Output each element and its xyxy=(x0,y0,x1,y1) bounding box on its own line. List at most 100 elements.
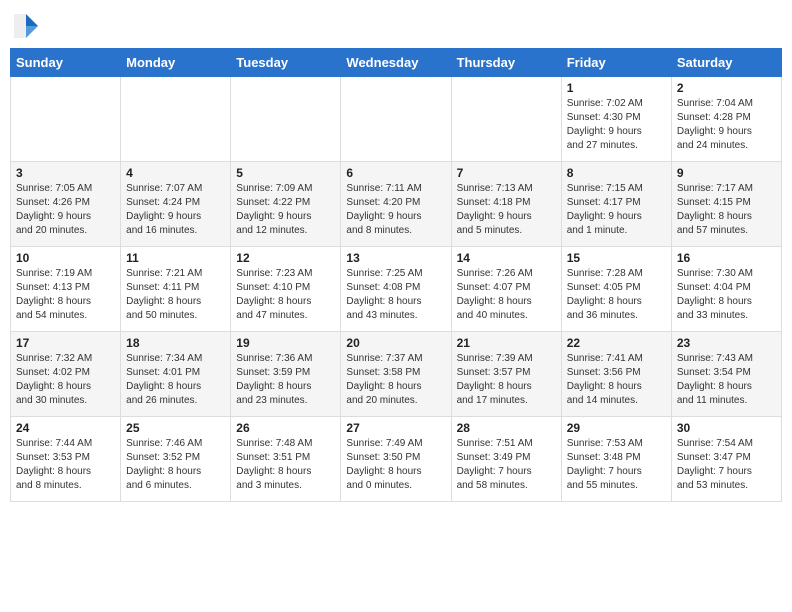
day-number: 11 xyxy=(126,251,225,265)
calendar-cell: 29 Sunrise: 7:53 AM Sunset: 3:48 PM Dayli… xyxy=(561,417,671,502)
calendar-cell: 5 Sunrise: 7:09 AM Sunset: 4:22 PM Daylig… xyxy=(231,162,341,247)
calendar-cell: 1 Sunrise: 7:02 AM Sunset: 4:30 PM Daylig… xyxy=(561,77,671,162)
calendar-cell: 21 Sunrise: 7:39 AM Sunset: 3:57 PM Dayli… xyxy=(451,332,561,417)
day-number: 26 xyxy=(236,421,335,435)
day-number: 14 xyxy=(457,251,556,265)
day-number: 10 xyxy=(16,251,115,265)
calendar-cell: 11Sunrise: 7:21 AM Sunset: 4:11 PM Dayli… xyxy=(121,247,231,332)
column-header-saturday: Saturday xyxy=(671,49,781,77)
day-number: 1 xyxy=(567,81,666,95)
calendar-cell: 8 Sunrise: 7:15 AM Sunset: 4:17 PM Daylig… xyxy=(561,162,671,247)
logo xyxy=(10,10,46,42)
day-info: Sunrise: 7:15 AM Sunset: 4:17 PM Dayligh… xyxy=(567,182,666,238)
day-info: Sunrise: 7:25 AM Sunset: 4:08 PM Dayligh… xyxy=(346,267,445,323)
day-info: Sunrise: 7:09 AM Sunset: 4:22 PM Dayligh… xyxy=(236,182,335,238)
day-info: Sunrise: 7:49 AM Sunset: 3:50 PM Dayligh… xyxy=(346,437,445,493)
calendar-cell: 12 Sunrise: 7:23 AM Sunset: 4:10 PM Dayli… xyxy=(231,247,341,332)
calendar-cell: 6 Sunrise: 7:11 AM Sunset: 4:20 PM Daylig… xyxy=(341,162,451,247)
week-row: 17 Sunrise: 7:32 AM Sunset: 4:02 PM Dayli… xyxy=(11,332,782,417)
day-number: 18 xyxy=(126,336,225,350)
calendar-cell: 15Sunrise: 7:28 AM Sunset: 4:05 PM Dayli… xyxy=(561,247,671,332)
calendar-cell: 22 Sunrise: 7:41 AM Sunset: 3:56 PM Dayli… xyxy=(561,332,671,417)
calendar-cell: 10 Sunrise: 7:19 AM Sunset: 4:13 PM Dayli… xyxy=(11,247,121,332)
calendar-cell: 9 Sunrise: 7:17 AM Sunset: 4:15 PM Daylig… xyxy=(671,162,781,247)
calendar-cell: 16 Sunrise: 7:30 AM Sunset: 4:04 PM Dayli… xyxy=(671,247,781,332)
day-number: 6 xyxy=(346,166,445,180)
calendar-cell: 28 Sunrise: 7:51 AM Sunset: 3:49 PM Dayli… xyxy=(451,417,561,502)
calendar-cell: 2 Sunrise: 7:04 AM Sunset: 4:28 PM Daylig… xyxy=(671,77,781,162)
day-info: Sunrise: 7:02 AM Sunset: 4:30 PM Dayligh… xyxy=(567,97,666,153)
day-info: Sunrise: 7:23 AM Sunset: 4:10 PM Dayligh… xyxy=(236,267,335,323)
day-info: Sunrise: 7:51 AM Sunset: 3:49 PM Dayligh… xyxy=(457,437,556,493)
day-info: Sunrise: 7:41 AM Sunset: 3:56 PM Dayligh… xyxy=(567,352,666,408)
column-header-monday: Monday xyxy=(121,49,231,77)
day-info: Sunrise: 7:43 AM Sunset: 3:54 PM Dayligh… xyxy=(677,352,776,408)
day-number: 7 xyxy=(457,166,556,180)
day-number: 28 xyxy=(457,421,556,435)
day-info: Sunrise: 7:30 AM Sunset: 4:04 PM Dayligh… xyxy=(677,267,776,323)
logo-icon xyxy=(10,10,42,42)
calendar-cell xyxy=(341,77,451,162)
day-number: 12 xyxy=(236,251,335,265)
day-info: Sunrise: 7:53 AM Sunset: 3:48 PM Dayligh… xyxy=(567,437,666,493)
calendar-table: SundayMondayTuesdayWednesdayThursdayFrid… xyxy=(10,48,782,502)
week-row: 24 Sunrise: 7:44 AM Sunset: 3:53 PM Dayli… xyxy=(11,417,782,502)
day-info: Sunrise: 7:34 AM Sunset: 4:01 PM Dayligh… xyxy=(126,352,225,408)
calendar-cell: 7 Sunrise: 7:13 AM Sunset: 4:18 PM Daylig… xyxy=(451,162,561,247)
day-number: 24 xyxy=(16,421,115,435)
day-number: 19 xyxy=(236,336,335,350)
day-info: Sunrise: 7:05 AM Sunset: 4:26 PM Dayligh… xyxy=(16,182,115,238)
calendar-cell xyxy=(121,77,231,162)
column-header-sunday: Sunday xyxy=(11,49,121,77)
calendar-cell: 4 Sunrise: 7:07 AM Sunset: 4:24 PM Daylig… xyxy=(121,162,231,247)
day-number: 21 xyxy=(457,336,556,350)
day-number: 27 xyxy=(346,421,445,435)
calendar-cell xyxy=(231,77,341,162)
day-number: 13 xyxy=(346,251,445,265)
day-info: Sunrise: 7:48 AM Sunset: 3:51 PM Dayligh… xyxy=(236,437,335,493)
calendar-cell xyxy=(11,77,121,162)
week-row: 3 Sunrise: 7:05 AM Sunset: 4:26 PM Daylig… xyxy=(11,162,782,247)
day-info: Sunrise: 7:19 AM Sunset: 4:13 PM Dayligh… xyxy=(16,267,115,323)
day-number: 23 xyxy=(677,336,776,350)
day-number: 5 xyxy=(236,166,335,180)
day-info: Sunrise: 7:17 AM Sunset: 4:15 PM Dayligh… xyxy=(677,182,776,238)
day-number: 30 xyxy=(677,421,776,435)
day-info: Sunrise: 7:11 AM Sunset: 4:20 PM Dayligh… xyxy=(346,182,445,238)
day-info: Sunrise: 7:13 AM Sunset: 4:18 PM Dayligh… xyxy=(457,182,556,238)
calendar-cell: 25 Sunrise: 7:46 AM Sunset: 3:52 PM Dayli… xyxy=(121,417,231,502)
day-info: Sunrise: 7:46 AM Sunset: 3:52 PM Dayligh… xyxy=(126,437,225,493)
day-info: Sunrise: 7:37 AM Sunset: 3:58 PM Dayligh… xyxy=(346,352,445,408)
calendar-cell: 20 Sunrise: 7:37 AM Sunset: 3:58 PM Dayli… xyxy=(341,332,451,417)
column-header-thursday: Thursday xyxy=(451,49,561,77)
column-header-wednesday: Wednesday xyxy=(341,49,451,77)
day-number: 2 xyxy=(677,81,776,95)
day-number: 20 xyxy=(346,336,445,350)
day-info: Sunrise: 7:39 AM Sunset: 3:57 PM Dayligh… xyxy=(457,352,556,408)
calendar-cell: 26 Sunrise: 7:48 AM Sunset: 3:51 PM Dayli… xyxy=(231,417,341,502)
day-number: 16 xyxy=(677,251,776,265)
calendar-cell: 14Sunrise: 7:26 AM Sunset: 4:07 PM Dayli… xyxy=(451,247,561,332)
day-info: Sunrise: 7:32 AM Sunset: 4:02 PM Dayligh… xyxy=(16,352,115,408)
day-info: Sunrise: 7:04 AM Sunset: 4:28 PM Dayligh… xyxy=(677,97,776,153)
header-row: SundayMondayTuesdayWednesdayThursdayFrid… xyxy=(11,49,782,77)
week-row: 1 Sunrise: 7:02 AM Sunset: 4:30 PM Daylig… xyxy=(11,77,782,162)
day-number: 17 xyxy=(16,336,115,350)
day-number: 3 xyxy=(16,166,115,180)
column-header-tuesday: Tuesday xyxy=(231,49,341,77)
calendar-cell: 3 Sunrise: 7:05 AM Sunset: 4:26 PM Daylig… xyxy=(11,162,121,247)
day-info: Sunrise: 7:54 AM Sunset: 3:47 PM Dayligh… xyxy=(677,437,776,493)
calendar-cell: 30 Sunrise: 7:54 AM Sunset: 3:47 PM Dayli… xyxy=(671,417,781,502)
day-number: 8 xyxy=(567,166,666,180)
column-header-friday: Friday xyxy=(561,49,671,77)
day-number: 9 xyxy=(677,166,776,180)
calendar-cell: 23 Sunrise: 7:43 AM Sunset: 3:54 PM Dayli… xyxy=(671,332,781,417)
day-number: 25 xyxy=(126,421,225,435)
day-number: 4 xyxy=(126,166,225,180)
day-number: 22 xyxy=(567,336,666,350)
page-header xyxy=(10,10,782,42)
calendar-cell xyxy=(451,77,561,162)
day-info: Sunrise: 7:44 AM Sunset: 3:53 PM Dayligh… xyxy=(16,437,115,493)
day-number: 29 xyxy=(567,421,666,435)
day-info: Sunrise: 7:07 AM Sunset: 4:24 PM Dayligh… xyxy=(126,182,225,238)
